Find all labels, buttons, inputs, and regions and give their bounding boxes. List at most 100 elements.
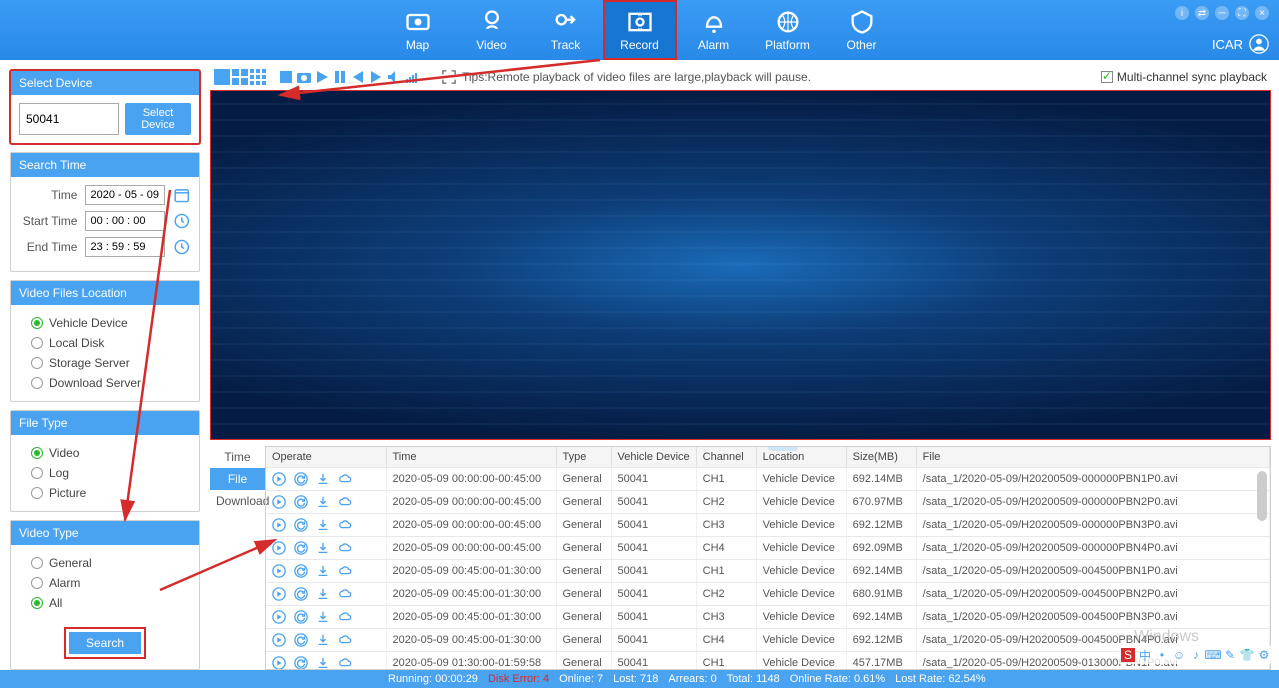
video-files-location-option[interactable]: Storage Server <box>19 353 191 373</box>
replay-icon[interactable] <box>294 564 308 578</box>
clock-icon[interactable] <box>173 238 191 256</box>
tab-file[interactable]: File <box>210 468 265 490</box>
nav-tab-alarm[interactable]: Alarm <box>677 0 751 60</box>
table-row[interactable]: 2020-05-09 00:00:00-00:45:00General50041… <box>266 537 1270 560</box>
video-type-option[interactable]: General <box>19 553 191 573</box>
pause-icon[interactable] <box>332 69 348 85</box>
nav-tab-record[interactable]: Record <box>603 0 677 60</box>
replay-icon[interactable] <box>294 518 308 532</box>
play-icon[interactable] <box>272 495 286 509</box>
tray-icon[interactable]: 中 <box>1138 648 1152 662</box>
swap-icon[interactable]: ⇄ <box>1195 6 1209 20</box>
calendar-icon[interactable] <box>173 186 191 204</box>
tray-icon[interactable]: ⌨ <box>1206 648 1220 662</box>
replay-icon[interactable] <box>294 472 308 486</box>
download-icon[interactable] <box>316 610 330 624</box>
maximize-icon[interactable]: ⛶ <box>1235 6 1249 20</box>
cloud-icon[interactable] <box>338 633 352 647</box>
play-icon[interactable] <box>272 610 286 624</box>
video-files-location-option[interactable]: Local Disk <box>19 333 191 353</box>
cloud-icon[interactable] <box>338 564 352 578</box>
clock-icon[interactable] <box>173 212 191 230</box>
collapse-handle-icon[interactable] <box>768 446 798 451</box>
tray-icon[interactable]: ♪ <box>1189 648 1203 662</box>
cloud-icon[interactable] <box>338 610 352 624</box>
sync-playback-checkbox[interactable]: Multi-channel sync playback <box>1101 70 1267 84</box>
table-row[interactable]: 2020-05-09 00:45:00-01:30:00General50041… <box>266 560 1270 583</box>
date-input[interactable] <box>85 185 165 205</box>
column-header[interactable]: Channel <box>696 447 756 468</box>
file-type-option[interactable]: Video <box>19 443 191 463</box>
nav-tab-other[interactable]: Other <box>825 0 899 60</box>
play-icon[interactable] <box>272 564 286 578</box>
minimize-icon[interactable]: ─ <box>1215 6 1229 20</box>
layout-9-icon[interactable] <box>250 69 266 85</box>
play-icon[interactable] <box>272 472 286 486</box>
volume-icon[interactable] <box>404 69 420 85</box>
play-icon[interactable] <box>272 587 286 601</box>
stop-icon[interactable] <box>278 69 294 85</box>
download-icon[interactable] <box>316 472 330 486</box>
download-icon[interactable] <box>316 564 330 578</box>
cloud-icon[interactable] <box>338 541 352 555</box>
download-icon[interactable] <box>316 495 330 509</box>
device-id-input[interactable] <box>19 103 119 135</box>
replay-icon[interactable] <box>294 656 308 670</box>
column-header[interactable]: Vehicle Device <box>611 447 696 468</box>
next-icon[interactable] <box>368 69 384 85</box>
nav-tab-map[interactable]: Map <box>381 0 455 60</box>
layout-1-icon[interactable] <box>214 69 230 85</box>
prev-icon[interactable] <box>350 69 366 85</box>
tray-icon[interactable]: ✎ <box>1223 648 1237 662</box>
snapshot-icon[interactable] <box>296 69 312 85</box>
download-icon[interactable] <box>316 656 330 670</box>
tab-time[interactable]: Time <box>210 446 265 468</box>
replay-icon[interactable] <box>294 541 308 555</box>
column-header[interactable]: Type <box>556 447 611 468</box>
nav-tab-video[interactable]: Video <box>455 0 529 60</box>
tray-icon[interactable]: S <box>1121 648 1135 662</box>
replay-icon[interactable] <box>294 495 308 509</box>
column-header[interactable]: Operate <box>266 447 386 468</box>
play-icon[interactable] <box>272 633 286 647</box>
table-row[interactable]: 2020-05-09 00:00:00-00:45:00General50041… <box>266 468 1270 491</box>
select-device-button[interactable]: Select Device <box>125 103 191 135</box>
table-row[interactable]: 2020-05-09 00:00:00-00:45:00General50041… <box>266 514 1270 537</box>
download-icon[interactable] <box>316 633 330 647</box>
search-button[interactable]: Search <box>69 632 141 654</box>
tray-icon[interactable]: 👕 <box>1240 648 1254 662</box>
column-header[interactable]: Size(MB) <box>846 447 916 468</box>
tray-icon[interactable]: • <box>1155 648 1169 662</box>
tab-download[interactable]: Download <box>210 490 265 512</box>
cloud-icon[interactable] <box>338 518 352 532</box>
nav-tab-track[interactable]: Track <box>529 0 603 60</box>
column-header[interactable]: File <box>916 447 1269 468</box>
cloud-icon[interactable] <box>338 472 352 486</box>
download-icon[interactable] <box>316 518 330 532</box>
start-time-input[interactable] <box>85 211 165 231</box>
video-type-option[interactable]: All <box>19 593 191 613</box>
nav-tab-platform[interactable]: Platform <box>751 0 825 60</box>
video-type-option[interactable]: Alarm <box>19 573 191 593</box>
play-icon[interactable] <box>272 541 286 555</box>
fullscreen-icon[interactable] <box>442 70 456 84</box>
table-row[interactable]: 2020-05-09 00:45:00-01:30:00General50041… <box>266 606 1270 629</box>
video-files-location-option[interactable]: Download Server <box>19 373 191 393</box>
tray-icon[interactable]: ☺ <box>1172 648 1186 662</box>
cloud-icon[interactable] <box>338 656 352 670</box>
play-icon[interactable] <box>272 518 286 532</box>
replay-icon[interactable] <box>294 587 308 601</box>
table-row[interactable]: 2020-05-09 00:00:00-00:45:00General50041… <box>266 491 1270 514</box>
file-type-option[interactable]: Picture <box>19 483 191 503</box>
download-icon[interactable] <box>316 587 330 601</box>
replay-icon[interactable] <box>294 633 308 647</box>
layout-4-icon[interactable] <box>232 69 248 85</box>
cloud-icon[interactable] <box>338 495 352 509</box>
user-area[interactable]: ICAR <box>1212 34 1269 54</box>
column-header[interactable]: Time <box>386 447 556 468</box>
replay-icon[interactable] <box>294 610 308 624</box>
video-playback-area[interactable] <box>210 90 1271 440</box>
video-files-location-option[interactable]: Vehicle Device <box>19 313 191 333</box>
info-icon[interactable]: i <box>1175 6 1189 20</box>
table-row[interactable]: 2020-05-09 00:45:00-01:30:00General50041… <box>266 583 1270 606</box>
